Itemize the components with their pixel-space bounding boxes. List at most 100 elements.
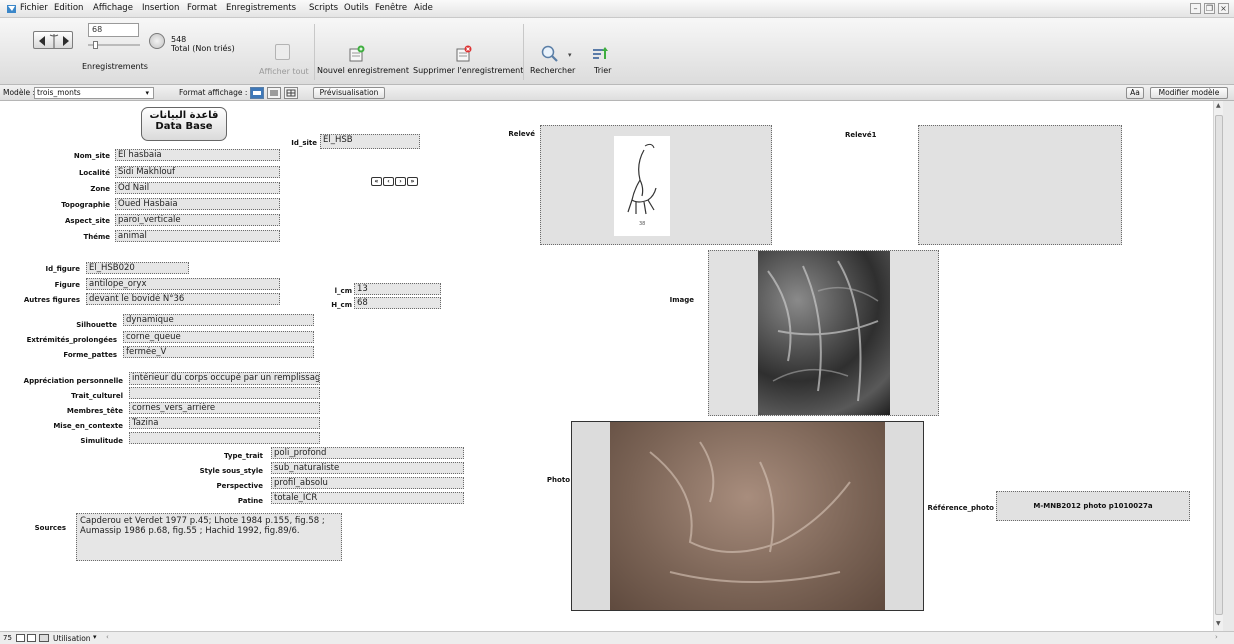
scroll-up-icon[interactable]: ▲ bbox=[1216, 102, 1221, 109]
perspective-field[interactable]: profil_absolu bbox=[271, 477, 464, 489]
restore-icon[interactable]: ❐ bbox=[1204, 3, 1215, 14]
scrollbar-thumb[interactable] bbox=[1215, 115, 1223, 615]
mise-en-contexte-field[interactable]: Tazina bbox=[129, 417, 320, 429]
menu-outils[interactable]: Outils bbox=[344, 3, 369, 13]
menu-edition[interactable]: Edition bbox=[54, 3, 83, 13]
show-all-icon bbox=[275, 44, 290, 60]
previous-record-button[interactable]: ‹ bbox=[383, 177, 394, 186]
zoom-out-icon[interactable] bbox=[16, 634, 25, 642]
app-icon[interactable] bbox=[6, 3, 17, 14]
search-button[interactable]: Rechercher bbox=[530, 66, 575, 75]
menu-format[interactable]: Format bbox=[187, 3, 217, 13]
view-as-table-button[interactable] bbox=[284, 87, 298, 99]
aspect-site-field[interactable]: paroi_verticale bbox=[115, 214, 280, 226]
font-size-button[interactable]: Aa bbox=[1126, 87, 1144, 99]
record-number-input[interactable]: 68 bbox=[88, 23, 139, 37]
mode-label[interactable]: Utilisation bbox=[53, 634, 91, 643]
close-icon[interactable]: × bbox=[1218, 3, 1229, 14]
localite-label: Localité bbox=[78, 169, 110, 177]
minimize-icon[interactable]: – bbox=[1190, 3, 1201, 14]
topographie-field[interactable]: Oued Hasbaia bbox=[115, 198, 280, 210]
menu-affichage[interactable]: Affichage bbox=[93, 3, 133, 13]
menu-fenetre[interactable]: Fenêtre bbox=[375, 3, 407, 13]
aspect-site-label: Aspect_site bbox=[65, 217, 110, 225]
reference-photo-field[interactable]: M-MNB2012 photo p1010027a bbox=[996, 491, 1190, 521]
record-book-navigator[interactable] bbox=[33, 31, 73, 49]
next-record-button[interactable]: › bbox=[395, 177, 406, 186]
autres-figures-field[interactable]: devant le bovidé N°36 bbox=[86, 293, 280, 305]
appreciation-field[interactable]: intérieur du corps occupé par un remplis… bbox=[129, 372, 320, 385]
menu-insertion[interactable]: Insertion bbox=[142, 3, 179, 13]
h-cm-field[interactable]: 68 bbox=[354, 297, 441, 309]
vertical-scrollbar[interactable]: ▲ ▼ bbox=[1213, 101, 1223, 631]
zoom-level[interactable]: 75 bbox=[3, 634, 12, 642]
view-as-form-button[interactable] bbox=[250, 87, 264, 99]
zone-field[interactable]: Od Nail bbox=[115, 182, 280, 194]
search-dropdown-arrow-icon[interactable]: ▾ bbox=[568, 51, 572, 59]
sources-field[interactable]: Capderou et Verdet 1977 p.45; Lhote 1984… bbox=[76, 513, 342, 561]
trait-culturel-field[interactable] bbox=[129, 387, 320, 399]
forme-pattes-label: Forme_pattes bbox=[63, 351, 117, 359]
extremites-field[interactable]: corne_queue bbox=[123, 331, 314, 343]
id-figure-field[interactable]: El_HSB020 bbox=[86, 262, 189, 274]
sort-button[interactable]: Trier bbox=[594, 66, 611, 75]
reference-photo-label: Référence_photo bbox=[927, 504, 994, 512]
forme-pattes-field[interactable]: fermée_V bbox=[123, 346, 314, 358]
type-trait-field[interactable]: poli_profond bbox=[271, 447, 464, 459]
search-icon bbox=[540, 44, 560, 64]
mode-dropdown-icon[interactable]: ▾ bbox=[93, 633, 97, 641]
nom-site-label: Nom_site bbox=[73, 152, 110, 160]
perspective-label: Perspective bbox=[216, 482, 263, 490]
model-label: Modèle : bbox=[3, 88, 36, 97]
membres-tete-field[interactable]: cornes_vers_arrière bbox=[129, 402, 320, 414]
scroll-left-icon[interactable]: ‹ bbox=[106, 633, 109, 641]
releve-container[interactable]: 38 bbox=[540, 125, 772, 245]
type-trait-label: Type_trait bbox=[223, 452, 263, 460]
patine-field[interactable]: totale_ICR bbox=[271, 492, 464, 504]
theme-field[interactable]: animal bbox=[115, 230, 280, 242]
scroll-down-icon[interactable]: ▼ bbox=[1216, 620, 1221, 627]
image-container[interactable] bbox=[708, 250, 939, 416]
figure-field[interactable]: antilope_oryx bbox=[86, 278, 280, 290]
new-record-icon bbox=[348, 45, 366, 63]
nom-site-field[interactable]: El hasbaia bbox=[115, 149, 280, 161]
theme-label: Théme bbox=[83, 233, 110, 241]
form-view-icon bbox=[253, 91, 261, 95]
menu-aide[interactable]: Aide bbox=[414, 3, 433, 13]
localite-field[interactable]: Sidi Makhlouf bbox=[115, 166, 280, 178]
sort-icon bbox=[590, 44, 610, 64]
book-icon bbox=[39, 34, 69, 48]
silhouette-field[interactable]: dynamique bbox=[123, 314, 314, 326]
pie-chart-icon bbox=[149, 33, 165, 49]
first-record-button[interactable]: « bbox=[371, 177, 382, 186]
id-site-label: Id_site bbox=[291, 139, 317, 147]
record-number-value: 68 bbox=[92, 25, 103, 34]
menu-fichier[interactable]: Fichier bbox=[20, 3, 48, 13]
preview-button[interactable]: Prévisualisation bbox=[313, 87, 385, 99]
slider-handle[interactable] bbox=[93, 41, 98, 49]
new-record-button[interactable]: Nouvel enregistrement bbox=[317, 66, 409, 75]
simulitude-field[interactable] bbox=[129, 432, 320, 444]
last-record-button[interactable]: » bbox=[407, 177, 418, 186]
show-all-button[interactable]: Afficher tout bbox=[259, 67, 309, 76]
records-label: Enregistrements bbox=[82, 62, 148, 71]
l-cm-field[interactable]: 13 bbox=[354, 283, 441, 295]
photo-container[interactable] bbox=[571, 421, 924, 611]
menu-enregistrements[interactable]: Enregistrements bbox=[226, 3, 296, 13]
total-status: Total (Non triés) bbox=[171, 44, 235, 53]
delete-record-button[interactable]: Supprimer l'enregistrement bbox=[413, 66, 523, 75]
table-view-icon bbox=[286, 89, 296, 97]
model-select[interactable]: trois_monts ▾ bbox=[34, 87, 154, 99]
id-site-field[interactable]: El_HSB bbox=[320, 134, 420, 149]
menu-scripts[interactable]: Scripts bbox=[309, 3, 338, 13]
record-slider[interactable] bbox=[88, 41, 140, 49]
membres-tete-label: Membres_tête bbox=[66, 407, 123, 415]
releve1-container[interactable] bbox=[918, 125, 1122, 245]
menu-bar: Fichier Edition Affichage Insertion Form… bbox=[0, 0, 1234, 18]
status-area-toggle-icon[interactable] bbox=[39, 634, 49, 642]
view-as-list-button[interactable] bbox=[267, 87, 281, 99]
scroll-right-icon[interactable]: › bbox=[1215, 633, 1218, 641]
style-field[interactable]: sub_naturaliste bbox=[271, 462, 464, 474]
zoom-in-icon[interactable] bbox=[27, 634, 36, 642]
edit-layout-button[interactable]: Modifier modèle bbox=[1150, 87, 1228, 99]
